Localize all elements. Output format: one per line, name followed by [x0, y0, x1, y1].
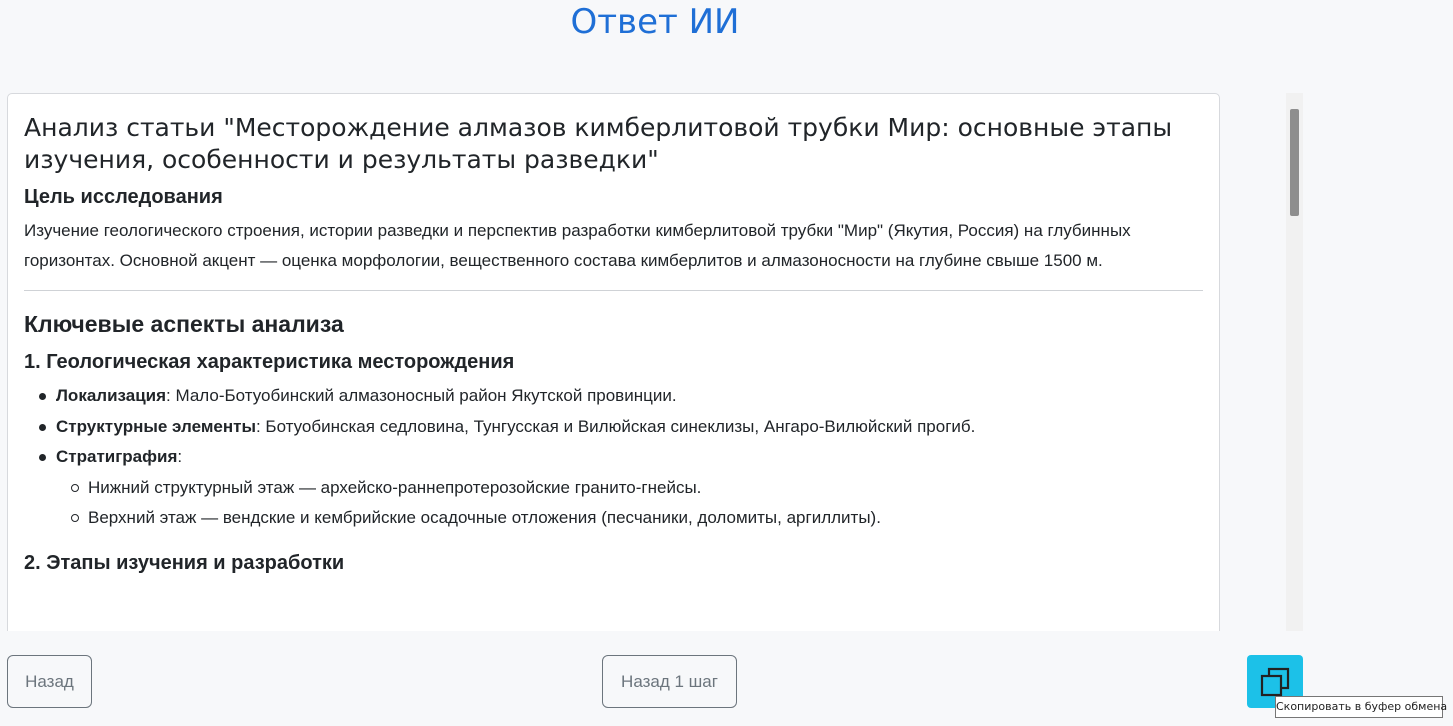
goal-text: Изучение геологического строения, истори…: [24, 221, 1131, 270]
section-2-heading: 2. Этапы изучения и разработки: [24, 551, 345, 574]
section-1-heading: 1. Геологическая характеристика месторож…: [24, 351, 515, 373]
scrollbar[interactable]: [1286, 93, 1303, 631]
page-title: Ответ ИИ: [570, 2, 740, 42]
divider: [24, 290, 1203, 291]
list-item-structural: Структурные элементы: Ботуобинская седло…: [24, 412, 1203, 443]
list-item-text: : Ботуобинская седловина, Тунгусская и В…: [255, 416, 976, 436]
list-item-text: :: [177, 447, 183, 466]
stratigraphy-sublist: Нижний структурный этаж — архейско-ранне…: [56, 473, 1203, 534]
list-item-stratigraphy: Стратиграфия: Нижний структурный этаж — …: [24, 442, 1203, 534]
list-item-label: Локализация: [56, 386, 167, 405]
back-button[interactable]: Назад: [7, 655, 92, 708]
answer-card: Анализ статьи "Месторождение алмазов ким…: [7, 93, 1220, 631]
list-item-label: Стратиграфия: [56, 447, 178, 466]
article-title: Анализ статьи "Месторождение алмазов ким…: [24, 113, 1173, 174]
answer-scroll-area[interactable]: Анализ статьи "Месторождение алмазов ким…: [0, 93, 1303, 631]
copy-tooltip: Скопировать в буфер обмена: [1275, 696, 1447, 718]
section-1-list: Локализация: Мало-Ботуобинский алмазонос…: [24, 381, 1203, 534]
list-item-label: Структурные элементы: [56, 416, 256, 436]
sublist-item: Нижний структурный этаж — архейско-ранне…: [56, 473, 1203, 504]
scrollbar-thumb[interactable]: [1290, 109, 1299, 216]
key-aspects-heading: Ключевые аспекты анализа: [24, 311, 344, 337]
copy-icon: [1260, 667, 1290, 696]
goal-heading: Цель исследования: [24, 186, 223, 208]
list-item-text: : Мало-Ботуобинский алмазоносный район Я…: [166, 386, 677, 405]
back-one-step-button[interactable]: Назад 1 шаг: [602, 655, 737, 708]
sublist-item: Верхний этаж — вендские и кембрийские ос…: [56, 503, 1203, 534]
list-item-localization: Локализация: Мало-Ботуобинский алмазонос…: [24, 381, 1203, 412]
